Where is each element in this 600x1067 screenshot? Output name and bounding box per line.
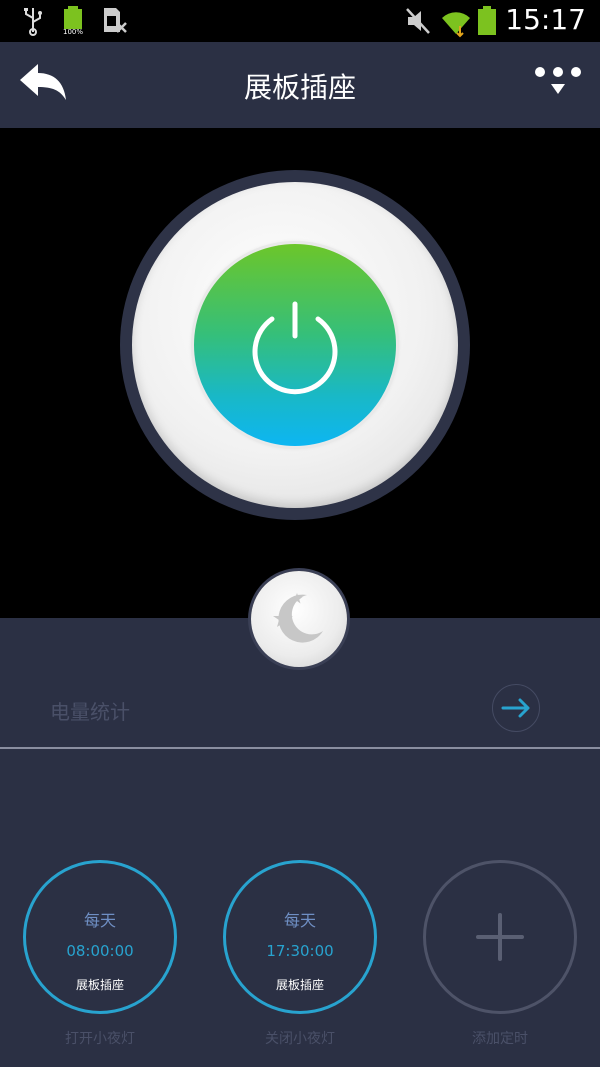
status-bar: 100% 15:17 bbox=[0, 0, 600, 42]
usb-icon bbox=[24, 8, 42, 36]
add-timer-caption: 添加定时 bbox=[472, 1031, 528, 1047]
more-options-icon bbox=[535, 67, 581, 94]
status-time: 15:17 bbox=[505, 3, 586, 36]
power-stats-arrow-button[interactable] bbox=[492, 684, 540, 732]
timer-caption: 打开小夜灯 bbox=[65, 1031, 135, 1047]
arrow-right-icon bbox=[501, 698, 530, 718]
app-bar: 展板插座 bbox=[0, 42, 600, 128]
timer-caption: 关闭小夜灯 bbox=[265, 1031, 335, 1047]
wifi-icon bbox=[442, 12, 470, 38]
power-stats-row[interactable]: 电量统计 bbox=[0, 668, 600, 748]
timer-repeat: 每天 bbox=[283, 911, 316, 930]
timer-device: 展板插座 bbox=[75, 978, 124, 992]
night-light-button[interactable] bbox=[251, 571, 347, 667]
timer-card[interactable]: 每天 08:00:00 展板插座 bbox=[23, 860, 177, 1014]
mute-icon bbox=[406, 8, 430, 34]
power-icon bbox=[252, 301, 338, 395]
timer-device: 展板插座 bbox=[275, 978, 324, 992]
add-timer-button[interactable] bbox=[423, 860, 577, 1014]
timer-time: 17:30:00 bbox=[266, 942, 334, 960]
power-plate bbox=[132, 182, 458, 508]
timer-time: 08:00:00 bbox=[66, 942, 134, 960]
power-ring bbox=[120, 170, 470, 520]
divider bbox=[0, 747, 600, 749]
more-options-button[interactable] bbox=[532, 64, 584, 104]
battery-label: 100% bbox=[62, 28, 83, 36]
timer-card[interactable]: 每天 17:30:00 展板插座 bbox=[223, 860, 377, 1014]
power-button[interactable] bbox=[194, 244, 396, 446]
power-panel bbox=[0, 128, 600, 618]
page-title: 展板插座 bbox=[243, 71, 356, 104]
sim-off-icon bbox=[104, 8, 127, 33]
battery-icon bbox=[477, 6, 497, 36]
battery-icon: 100% bbox=[60, 6, 86, 36]
plus-icon bbox=[476, 913, 524, 961]
power-stats-label: 电量统计 bbox=[50, 700, 130, 724]
timer-repeat: 每天 bbox=[83, 911, 116, 930]
moon-stars-icon bbox=[273, 593, 323, 643]
